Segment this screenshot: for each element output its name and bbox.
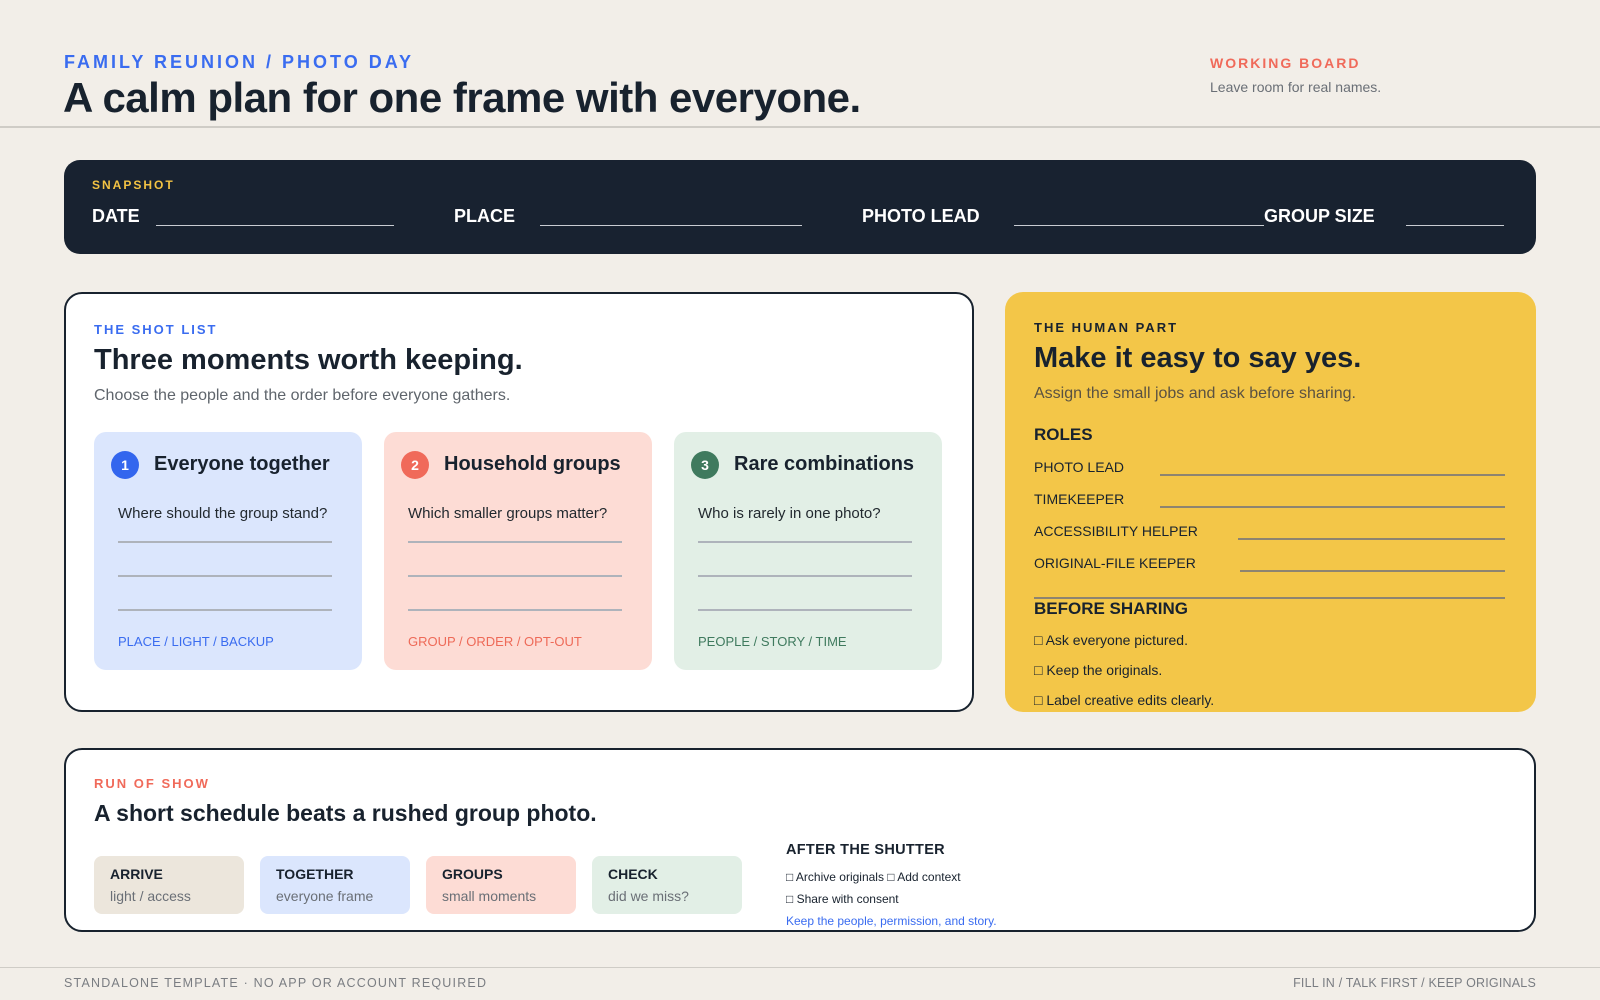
moment-card-household-groups: 2 Household groups Which smaller groups …	[384, 432, 652, 670]
snapshot-photo-lead-label: PHOTO LEAD	[862, 206, 980, 226]
after-shutter-item[interactable]: □ Share with consent	[786, 892, 899, 906]
role-label: PHOTO LEAD	[1034, 459, 1124, 475]
moment-number-badge: 3	[691, 451, 719, 479]
roles-heading: ROLES	[1034, 425, 1093, 444]
step-sub: light / access	[110, 888, 191, 904]
human-part-card: THE HUMAN PART Make it easy to say yes. …	[1005, 292, 1536, 712]
role-label: ORIGINAL-FILE KEEPER	[1034, 555, 1196, 571]
before-sharing-heading: BEFORE SHARING	[1034, 599, 1188, 618]
snapshot-date-field[interactable]	[156, 225, 394, 226]
shot-list-subtitle: Choose the people and the order before e…	[94, 387, 511, 404]
step-groups: GROUPS small moments	[426, 856, 576, 914]
after-shutter-item[interactable]: □ Archive originals □ Add context	[786, 870, 961, 884]
status-label: WORKING BOARD	[1210, 55, 1361, 71]
human-part-title: Make it easy to say yes.	[1034, 342, 1362, 374]
sharing-checklist-item[interactable]: □ Keep the originals.	[1034, 662, 1162, 678]
moment-title: Household groups	[444, 453, 621, 475]
moment-number-badge: 2	[401, 451, 429, 479]
role-label: TIMEKEEPER	[1034, 491, 1125, 507]
run-of-show-eyebrow: RUN OF SHOW	[94, 776, 210, 791]
role-name-field[interactable]	[1160, 474, 1505, 476]
moment-answer-line[interactable]	[408, 609, 622, 611]
status-note: Leave room for real names.	[1210, 79, 1382, 95]
moment-answer-line[interactable]	[698, 541, 912, 543]
moment-question: Which smaller groups matter?	[408, 505, 608, 522]
moment-question: Who is rarely in one photo?	[698, 505, 881, 522]
role-name-field[interactable]	[1160, 506, 1505, 508]
run-of-show-card: RUN OF SHOW A short schedule beats a rus…	[64, 748, 1536, 932]
step-label: GROUPS	[442, 866, 503, 882]
moment-answer-line[interactable]	[698, 575, 912, 577]
shot-list-eyebrow: THE SHOT LIST	[94, 322, 218, 337]
after-shutter-heading: AFTER THE SHUTTER	[786, 842, 945, 858]
moment-answer-line[interactable]	[118, 575, 332, 577]
step-label: CHECK	[608, 866, 658, 882]
shot-list-card: THE SHOT LIST Three moments worth keepin…	[64, 292, 974, 712]
moment-title: Everyone together	[154, 453, 330, 475]
role-name-field[interactable]	[1240, 570, 1505, 572]
moment-answer-line[interactable]	[118, 541, 332, 543]
header-divider	[0, 126, 1600, 128]
moment-tags: PEOPLE / STORY / TIME	[698, 634, 847, 649]
snapshot-group-size-field[interactable]	[1406, 225, 1504, 226]
human-part-eyebrow: THE HUMAN PART	[1034, 320, 1179, 335]
moment-card-rare-combinations: 3 Rare combinations Who is rarely in one…	[674, 432, 942, 670]
snapshot-group-size-label: GROUP SIZE	[1264, 206, 1375, 226]
step-check: CHECK did we miss?	[592, 856, 742, 914]
moment-answer-line[interactable]	[118, 609, 332, 611]
moment-question: Where should the group stand?	[118, 505, 328, 522]
moment-answer-line[interactable]	[698, 609, 912, 611]
run-of-show-title: A short schedule beats a rushed group ph…	[94, 800, 597, 826]
moment-card-everyone-together: 1 Everyone together Where should the gro…	[94, 432, 362, 670]
header-eyebrow: FAMILY REUNION / PHOTO DAY	[64, 52, 415, 72]
snapshot-bar: SNAPSHOT DATE PLACE PHOTO LEAD GROUP SIZ…	[64, 160, 1536, 254]
footer-left: STANDALONE TEMPLATE · NO APP OR ACCOUNT …	[64, 976, 488, 990]
moment-number-badge: 1	[111, 451, 139, 479]
snapshot-eyebrow: SNAPSHOT	[92, 178, 175, 192]
snapshot-date-label: DATE	[92, 206, 140, 226]
step-label: TOGETHER	[276, 866, 354, 882]
step-sub: small moments	[442, 888, 537, 904]
snapshot-place-label: PLACE	[454, 206, 516, 226]
sharing-checklist-item[interactable]: □ Label creative edits clearly.	[1034, 692, 1214, 708]
role-name-field[interactable]	[1238, 538, 1505, 540]
page-title: A calm plan for one frame with everyone.	[63, 74, 861, 121]
step-sub: did we miss?	[608, 888, 689, 904]
after-shutter-note: Keep the people, permission, and story.	[786, 914, 997, 928]
human-part-subtitle: Assign the small jobs and ask before sha…	[1034, 385, 1356, 402]
role-label: ACCESSIBILITY HELPER	[1034, 523, 1198, 539]
moment-answer-line[interactable]	[408, 575, 622, 577]
footer-divider	[0, 967, 1600, 968]
snapshot-place-field[interactable]	[540, 225, 802, 226]
moment-tags: GROUP / ORDER / OPT-OUT	[408, 634, 582, 649]
step-sub: everyone frame	[276, 888, 374, 904]
moment-tags: PLACE / LIGHT / BACKUP	[118, 634, 274, 649]
step-together: TOGETHER everyone frame	[260, 856, 410, 914]
shot-list-title: Three moments worth keeping.	[94, 344, 523, 376]
moment-answer-line[interactable]	[408, 541, 622, 543]
moment-title: Rare combinations	[734, 453, 915, 475]
step-arrive: ARRIVE light / access	[94, 856, 244, 914]
footer-right: FILL IN / TALK FIRST / KEEP ORIGINALS	[1293, 976, 1536, 990]
step-label: ARRIVE	[110, 866, 163, 882]
sharing-checklist-item[interactable]: □ Ask everyone pictured.	[1034, 632, 1188, 648]
snapshot-photo-lead-field[interactable]	[1014, 225, 1264, 226]
